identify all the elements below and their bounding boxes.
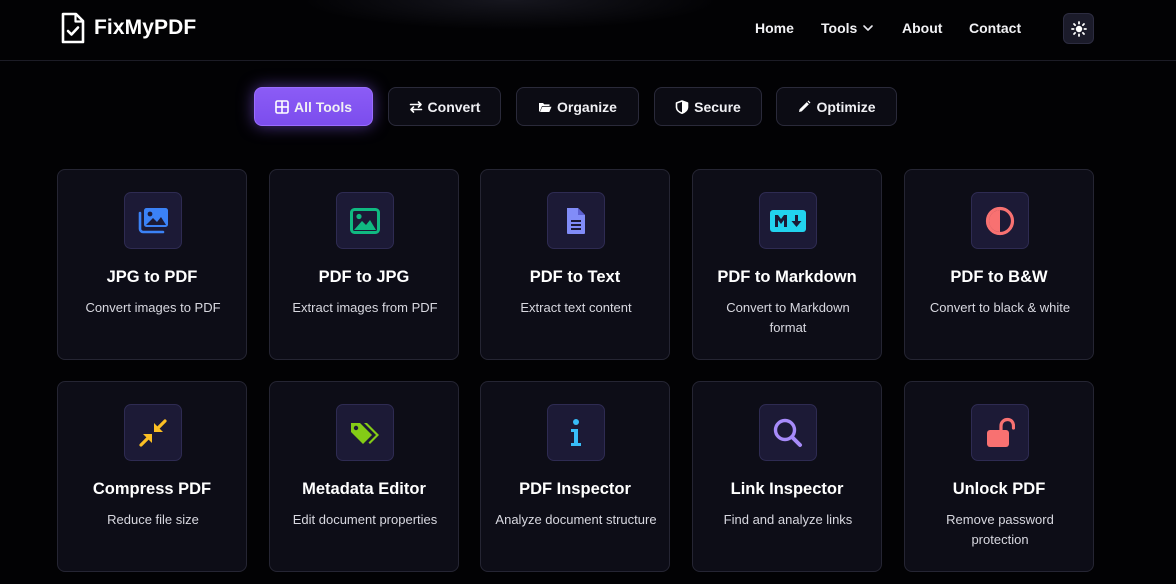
filter-label: Organize bbox=[557, 98, 617, 115]
contrast-icon bbox=[971, 192, 1029, 249]
compress-arrows-icon bbox=[124, 404, 182, 461]
sun-icon bbox=[1070, 20, 1087, 37]
tool-description: Convert images to PDF bbox=[85, 300, 221, 315]
filter-label: Optimize bbox=[816, 98, 876, 115]
tool-title: Link Inspector bbox=[730, 480, 844, 498]
tool-description: Remove password protection bbox=[946, 512, 1054, 547]
tool-card-compress-pdf[interactable]: Compress PDF Reduce file size bbox=[57, 381, 247, 572]
tool-title: PDF to JPG bbox=[318, 268, 410, 286]
nav-tools-dropdown[interactable]: Tools bbox=[821, 20, 874, 36]
document-text-icon bbox=[547, 192, 605, 249]
filter-organize[interactable]: Organize bbox=[516, 87, 639, 126]
tool-card-jpg-to-pdf[interactable]: JPG to PDF Convert images to PDF bbox=[57, 169, 247, 360]
tool-card-pdf-to-jpg[interactable]: PDF to JPG Extract images from PDF bbox=[269, 169, 459, 360]
nav-about[interactable]: About bbox=[902, 20, 942, 36]
tool-description: Reduce file size bbox=[107, 512, 199, 527]
filter-optimize[interactable]: Optimize bbox=[776, 87, 897, 126]
tool-card-pdf-to-bw[interactable]: PDF to B&W Convert to black & white bbox=[904, 169, 1094, 360]
theme-toggle-button[interactable] bbox=[1063, 13, 1094, 44]
tool-title: PDF to Text bbox=[529, 268, 621, 286]
shield-icon bbox=[675, 99, 689, 114]
filter-label: All Tools bbox=[293, 98, 353, 115]
filter-convert[interactable]: Convert bbox=[388, 87, 501, 126]
filter-label: Convert bbox=[427, 98, 481, 115]
info-icon bbox=[547, 404, 605, 461]
image-icon bbox=[336, 192, 394, 249]
tool-title: PDF Inspector bbox=[519, 480, 631, 498]
tool-title: Metadata Editor bbox=[302, 480, 426, 498]
filter-secure[interactable]: Secure bbox=[654, 87, 762, 126]
tool-description: Analyze document structure bbox=[495, 512, 657, 527]
grid-icon bbox=[275, 99, 289, 114]
nav-tools-label: Tools bbox=[821, 20, 858, 36]
markdown-icon bbox=[759, 192, 817, 249]
tool-description: Find and analyze links bbox=[723, 512, 853, 527]
tool-card-metadata-editor[interactable]: Metadata Editor Edit document properties bbox=[269, 381, 459, 572]
tool-card-link-inspector[interactable]: Link Inspector Find and analyze links bbox=[692, 381, 882, 572]
tool-title: PDF to Markdown bbox=[717, 268, 857, 286]
tool-description: Convert to black & white bbox=[929, 300, 1071, 315]
tool-title: JPG to PDF bbox=[106, 268, 198, 286]
top-navbar: FixMyPDF Home Tools About Contact bbox=[0, 0, 1176, 61]
tool-description: Edit document properties bbox=[292, 512, 438, 527]
magnifier-icon bbox=[759, 404, 817, 461]
pencil-icon bbox=[799, 100, 811, 112]
swap-arrows-icon bbox=[409, 100, 422, 113]
file-check-icon bbox=[61, 12, 85, 44]
tool-card-pdf-to-text[interactable]: PDF to Text Extract text content bbox=[480, 169, 670, 360]
tool-card-unlock-pdf[interactable]: Unlock PDF Remove password protection bbox=[904, 381, 1094, 572]
tool-title: Compress PDF bbox=[92, 480, 212, 498]
tool-title: Unlock PDF bbox=[952, 480, 1046, 498]
tool-description: Extract images from PDF bbox=[292, 300, 438, 315]
category-filters: All Tools Convert Organize Secure Optimi… bbox=[0, 87, 1176, 127]
tool-card-pdf-inspector[interactable]: PDF Inspector Analyze document structure bbox=[480, 381, 670, 572]
filter-label: Secure bbox=[694, 98, 741, 115]
tool-description: Convert to Markdown format bbox=[726, 300, 850, 335]
tool-title: PDF to B&W bbox=[950, 268, 1048, 286]
brand-name: FixMyPDF bbox=[94, 16, 197, 39]
tool-card-pdf-to-markdown[interactable]: PDF to Markdown Convert to Markdown form… bbox=[692, 169, 882, 360]
nav-home[interactable]: Home bbox=[755, 20, 794, 36]
chevron-down-icon bbox=[863, 25, 874, 31]
nav-contact[interactable]: Contact bbox=[969, 20, 1021, 36]
folder-open-icon bbox=[539, 102, 552, 112]
tool-description: Extract text content bbox=[520, 300, 632, 315]
brand-logo-link[interactable]: FixMyPDF bbox=[60, 12, 196, 44]
images-icon bbox=[124, 192, 182, 249]
filter-all-tools[interactable]: All Tools bbox=[254, 87, 373, 126]
tags-icon bbox=[336, 404, 394, 461]
unlock-icon bbox=[971, 404, 1029, 461]
